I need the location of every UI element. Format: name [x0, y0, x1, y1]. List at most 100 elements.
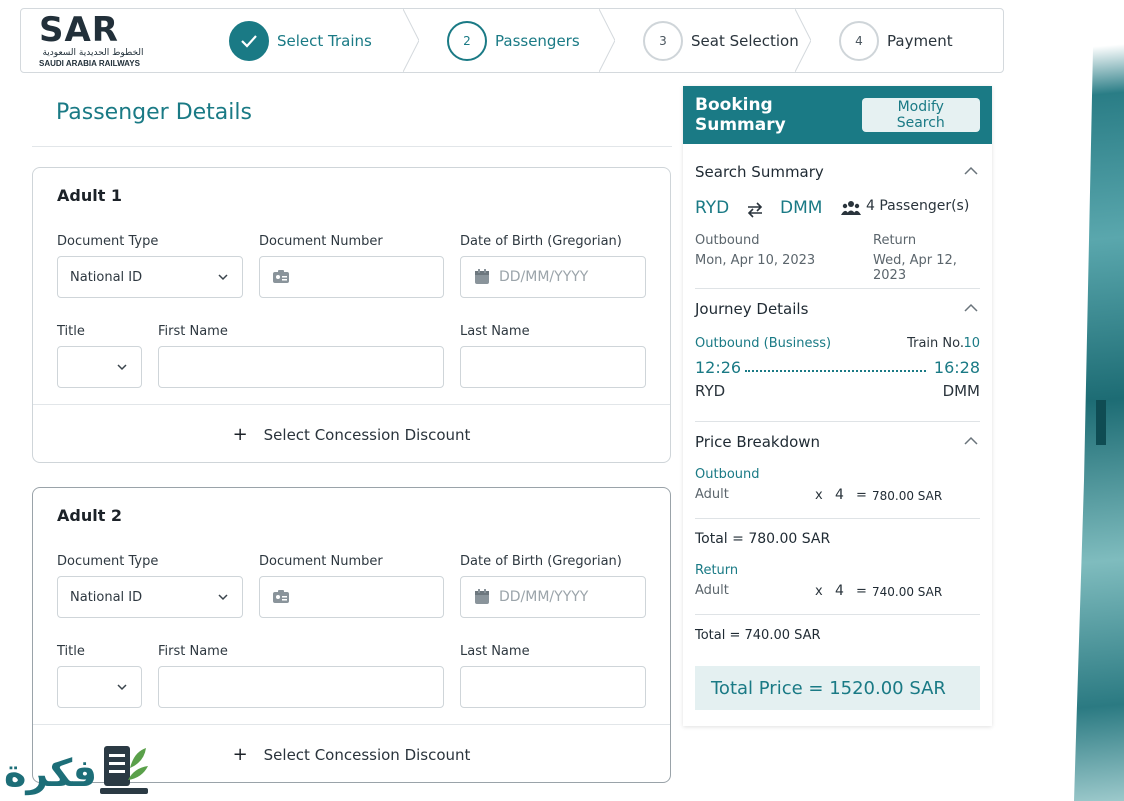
first-name-label: First Name [158, 644, 228, 659]
logo-english-text: SAUDI ARABIA RAILWAYS [39, 59, 140, 68]
first-name-label: First Name [158, 324, 228, 339]
chevron-up-icon [964, 166, 978, 175]
plus-icon: + [232, 744, 248, 765]
booking-summary-title: Booking Summary [695, 95, 786, 135]
arrival-station: DMM [942, 382, 980, 400]
logo-mark: SAR [39, 10, 119, 50]
document-number-input[interactable] [259, 256, 444, 298]
concession-label: Select Concession Discount [263, 745, 471, 764]
outbound-section-label: Outbound [695, 467, 760, 482]
document-icon [100, 746, 148, 794]
last-name-input[interactable] [460, 666, 646, 708]
step-divider [599, 9, 615, 72]
check-icon [229, 20, 269, 61]
passenger-count: 4 Passenger(s) [866, 198, 970, 214]
dob-placeholder: DD/MM/YYYY [499, 589, 589, 605]
step-passengers[interactable]: 2 Passengers [419, 9, 615, 72]
modify-search-button[interactable]: Modify Search [861, 98, 980, 132]
id-card-icon [273, 590, 289, 603]
page-title: Passenger Details [56, 100, 252, 125]
id-card-icon [273, 270, 289, 283]
arrival-time: 16:28 [933, 358, 980, 377]
logo-arabic-text: الخطوط الحديدية السعودية [42, 48, 144, 58]
outbound-total: Total = 780.00 SAR [695, 528, 980, 548]
passengers-icon [841, 201, 861, 215]
equals-sign: = [856, 488, 867, 503]
search-summary-toggle[interactable]: Search Summary [695, 162, 980, 182]
step-label: Payment [887, 31, 953, 50]
step-label: Passengers [495, 31, 580, 50]
first-name-input[interactable] [158, 346, 444, 388]
divider [695, 614, 980, 615]
dob-placeholder: DD/MM/YYYY [499, 269, 589, 285]
total-price-bar: Total Price = 1520.00 SAR [695, 666, 980, 710]
price-breakdown-toggle[interactable]: Price Breakdown [695, 432, 980, 452]
calendar-icon [475, 269, 489, 284]
step-label: Seat Selection [691, 31, 799, 50]
outbound-label: Outbound [695, 233, 760, 248]
passenger-heading: Adult 2 [57, 506, 123, 525]
chevron-up-icon [964, 436, 978, 445]
outbound-total-text: Total = 780.00 SAR [695, 531, 831, 547]
chevron-up-icon [964, 303, 978, 312]
last-name-label: Last Name [460, 324, 530, 339]
dob-label: Date of Birth (Gregorian) [460, 554, 622, 569]
title-select[interactable] [57, 346, 142, 388]
document-type-select[interactable]: National ID [57, 256, 243, 298]
multiply-sign: x [815, 584, 823, 599]
outbound-pax-type: Adult [695, 487, 729, 502]
return-total: Total = 740.00 SAR [695, 624, 980, 644]
step-select-trains[interactable]: Select Trains [201, 9, 419, 72]
return-date: Wed, Apr 12, 2023 [873, 253, 957, 283]
sar-logo[interactable]: SAR الخطوط الحديدية السعودية SAUDI ARABI… [21, 9, 201, 72]
background-photo-strip [1074, 0, 1124, 801]
chevron-down-icon [117, 684, 127, 691]
return-section-label: Return [695, 563, 739, 578]
journey-class: Outbound (Business) [695, 336, 832, 351]
swap-arrows-icon [747, 202, 763, 218]
outbound-price-row: Outbound Adult x 4 = 780.00 SAR [695, 467, 980, 507]
journey-line [745, 370, 926, 372]
step-seat-selection[interactable]: 3 Seat Selection [615, 9, 811, 72]
return-price-row: Return Adult x 4 = 740.00 SAR [695, 563, 980, 603]
chevron-down-icon [218, 274, 228, 281]
last-name-label: Last Name [460, 644, 530, 659]
journey-row: Outbound (Business) Train No. 10 12:26 1… [695, 336, 980, 406]
dob-input[interactable]: DD/MM/YYYY [460, 256, 646, 298]
outbound-amount: 780.00 SAR [872, 489, 943, 503]
step-label: Select Trains [277, 31, 372, 50]
outbound-date: Mon, Apr 10, 2023 [695, 253, 816, 268]
step-divider [403, 9, 419, 72]
departure-time: 12:26 [695, 358, 742, 377]
dob-input[interactable]: DD/MM/YYYY [460, 576, 646, 618]
journey-details-toggle[interactable]: Journey Details [695, 299, 980, 319]
title-select[interactable] [57, 666, 142, 708]
search-summary-title: Search Summary [695, 163, 824, 181]
calendar-icon [475, 589, 489, 604]
plus-icon: + [232, 424, 248, 445]
first-name-input[interactable] [158, 666, 444, 708]
step-payment[interactable]: 4 Payment [811, 9, 1001, 72]
step-number: 4 [839, 20, 879, 61]
route-row: RYD DMM 4 Passenger(s) [695, 198, 980, 224]
multiply-sign: x [815, 488, 823, 503]
divider [695, 288, 980, 289]
equals-sign: = [856, 584, 867, 599]
journey-details-title: Journey Details [695, 300, 809, 318]
last-name-input[interactable] [460, 346, 646, 388]
destination-code: DMM [780, 198, 823, 218]
divider [695, 421, 980, 422]
booking-summary-header: Booking Summary Modify Search [683, 86, 992, 144]
divider [32, 146, 672, 147]
document-type-value: National ID [70, 269, 143, 285]
document-number-input[interactable] [259, 576, 444, 618]
passenger-card-adult-1: Adult 1 Document Type National ID Docume… [32, 167, 671, 463]
return-quantity: 4 [835, 583, 844, 599]
document-type-select[interactable]: National ID [57, 576, 243, 618]
chevron-down-icon [117, 364, 127, 371]
return-pax-type: Adult [695, 583, 729, 598]
return-label: Return [873, 233, 917, 248]
document-number-label: Document Number [259, 554, 383, 569]
select-concession-discount-button[interactable]: + Select Concession Discount [33, 404, 670, 464]
dates-row: Outbound Mon, Apr 10, 2023 Return Wed, A… [695, 233, 980, 283]
